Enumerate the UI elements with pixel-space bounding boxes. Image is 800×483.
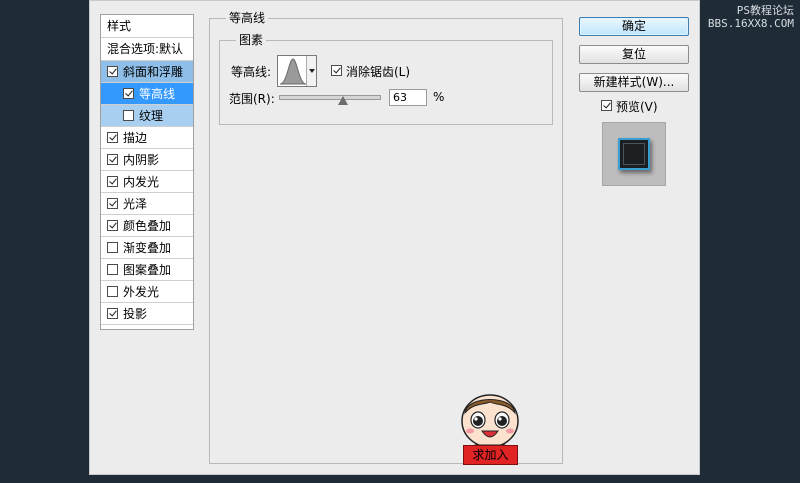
style-item-inner-glow[interactable]: 内发光 xyxy=(101,171,193,193)
style-item-label: 描边 xyxy=(123,131,148,145)
antialias-label: 消除锯齿(L) xyxy=(346,65,411,79)
style-item-stroke[interactable]: 描边 xyxy=(101,127,193,149)
style-item-label: 等高线 xyxy=(139,87,176,101)
outer-glow-checkbox[interactable] xyxy=(107,286,118,297)
range-label: 范围(R): xyxy=(229,92,275,106)
style-item-drop-shadow[interactable]: 投影 xyxy=(101,303,193,325)
style-preview-thumbnail xyxy=(602,122,666,186)
style-item-label: 图案叠加 xyxy=(123,263,172,277)
inner-shadow-checkbox[interactable] xyxy=(107,154,118,165)
contour-checkbox[interactable] xyxy=(123,88,134,99)
style-item-color-overlay[interactable]: 颜色叠加 xyxy=(101,215,193,237)
inner-glow-checkbox[interactable] xyxy=(107,176,118,187)
contour-picker[interactable] xyxy=(277,55,317,87)
color-overlay-checkbox[interactable] xyxy=(107,220,118,231)
watermark-line1: PS教程论坛 xyxy=(736,4,794,17)
layer-style-dialog: 样式 混合选项:默认 斜面和浮雕 等高线 纹理 描边 内阴影 内发光 光泽 颜色… xyxy=(89,0,700,475)
style-item-bevel-emboss[interactable]: 斜面和浮雕 xyxy=(101,61,193,83)
elements-group: 图素 等高线: 消除锯齿(L) 范围(R): 63 % xyxy=(219,32,553,125)
range-slider-track[interactable] xyxy=(279,95,381,100)
style-item-texture[interactable]: 纹理 xyxy=(101,105,193,127)
watermark-line2: BBS.16XX8.COM xyxy=(707,17,794,30)
stroke-checkbox[interactable] xyxy=(107,132,118,143)
watermark: PS教程论坛 BBS.16XX8.COM xyxy=(708,4,794,30)
new-style-button[interactable]: 新建样式(W)... xyxy=(579,73,689,92)
range-percent-sign: % xyxy=(433,90,445,104)
style-item-label: 外发光 xyxy=(123,285,160,299)
styles-list: 样式 混合选项:默认 斜面和浮雕 等高线 纹理 描边 内阴影 内发光 光泽 颜色… xyxy=(100,14,194,330)
style-item-inner-shadow[interactable]: 内阴影 xyxy=(101,149,193,171)
style-item-satin[interactable]: 光泽 xyxy=(101,193,193,215)
style-item-label: 纹理 xyxy=(139,109,164,123)
drop-shadow-checkbox[interactable] xyxy=(107,308,118,319)
reset-button[interactable]: 复位 xyxy=(579,45,689,64)
style-item-label: 斜面和浮雕 xyxy=(123,65,184,79)
join-sign: 求加入 xyxy=(463,445,518,465)
antialias-checkbox[interactable] xyxy=(331,65,342,76)
preview-swatch xyxy=(618,138,650,170)
style-item-label: 颜色叠加 xyxy=(123,219,172,233)
style-item-label: 光泽 xyxy=(123,197,148,211)
preview-label: 预览(V) xyxy=(616,100,658,114)
style-item-contour[interactable]: 等高线 xyxy=(101,83,193,105)
preview-checkbox[interactable] xyxy=(601,100,612,111)
elements-group-title: 图素 xyxy=(236,32,267,48)
style-item-label: 内阴影 xyxy=(123,153,160,167)
range-slider-thumb[interactable] xyxy=(338,96,348,105)
style-item-gradient-overlay[interactable]: 渐变叠加 xyxy=(101,237,193,259)
style-item-label: 投影 xyxy=(123,307,148,321)
styles-heading[interactable]: 样式 xyxy=(101,15,193,38)
style-item-pattern-overlay[interactable]: 图案叠加 xyxy=(101,259,193,281)
bevel-emboss-checkbox[interactable] xyxy=(107,66,118,77)
style-item-label: 内发光 xyxy=(123,175,160,189)
pattern-overlay-checkbox[interactable] xyxy=(107,264,118,275)
contour-group-title: 等高线 xyxy=(226,10,269,26)
contour-label: 等高线: xyxy=(231,65,272,79)
contour-curve-icon xyxy=(279,57,307,85)
contour-dropdown-arrow-icon[interactable] xyxy=(306,56,316,86)
gradient-overlay-checkbox[interactable] xyxy=(107,242,118,253)
style-item-outer-glow[interactable]: 外发光 xyxy=(101,281,193,303)
blending-options-item[interactable]: 混合选项:默认 xyxy=(101,38,193,61)
style-item-label: 渐变叠加 xyxy=(123,241,172,255)
range-input[interactable]: 63 xyxy=(389,89,427,106)
texture-checkbox[interactable] xyxy=(123,110,134,121)
satin-checkbox[interactable] xyxy=(107,198,118,209)
ok-button[interactable]: 确定 xyxy=(579,17,689,36)
